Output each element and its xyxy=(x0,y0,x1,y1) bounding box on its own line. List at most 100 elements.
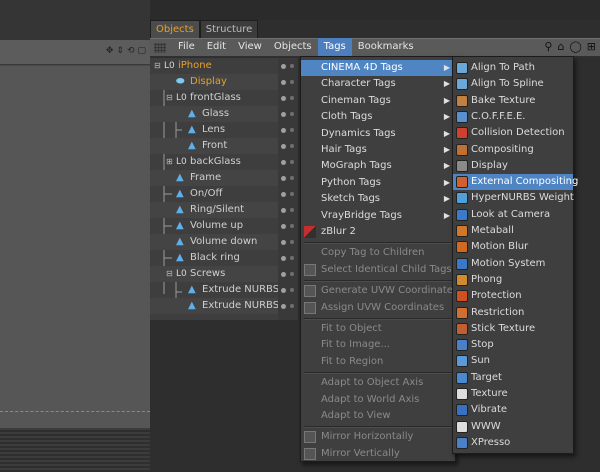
render-visibility-dot[interactable] xyxy=(290,112,294,116)
tree-row-backglass[interactable]: ⊞ L0 backGlass xyxy=(150,154,278,170)
menu-item-copy-tag-to-children[interactable]: Copy Tag to Children xyxy=(301,245,455,261)
menu-item-adapt-to-world-axis[interactable]: Adapt to World Axis xyxy=(301,392,455,408)
menu-item-sketch-tags[interactable]: Sketch Tags ▶ xyxy=(301,191,455,207)
render-visibility-dot[interactable] xyxy=(290,304,294,308)
menu-objects[interactable]: Objects xyxy=(268,38,318,57)
editor-visibility-dot[interactable] xyxy=(281,288,286,293)
menu-item-align-to-path[interactable]: Align To Path xyxy=(453,60,573,76)
menu-tags[interactable]: Tags xyxy=(317,38,352,57)
tree-row-screws[interactable]: ⊟ L0 Screws xyxy=(150,266,278,282)
move-view-icon[interactable]: ✥ xyxy=(106,46,114,56)
editor-visibility-dot[interactable] xyxy=(281,240,286,245)
menu-item-hypernurbs-weight[interactable]: HyperNURBS Weight xyxy=(453,190,574,206)
menu-item-cinema-4d-tags[interactable]: CINEMA 4D Tags ▶ xyxy=(301,60,455,76)
menu-item-collision-detection[interactable]: Collision Detection xyxy=(453,125,573,141)
render-visibility-dot[interactable] xyxy=(290,288,294,292)
menu-item-adapt-to-object-axis[interactable]: Adapt to Object Axis xyxy=(301,375,455,391)
collapse-icon[interactable]: ⊟ xyxy=(166,266,173,282)
grid-icon[interactable]: ⊞ xyxy=(587,40,596,53)
collapse-icon[interactable]: ⊟ xyxy=(166,90,173,106)
tree-row-glass[interactable]: ▲ Glass xyxy=(150,106,278,122)
tab-structure[interactable]: Structure xyxy=(199,20,259,38)
editor-visibility-dot[interactable] xyxy=(281,64,286,69)
menu-item-zblur-2[interactable]: zBlur 2 xyxy=(301,224,455,240)
menu-item-compositing[interactable]: Compositing xyxy=(453,142,573,158)
render-visibility-dot[interactable] xyxy=(290,208,294,212)
render-visibility-dot[interactable] xyxy=(290,272,294,276)
render-visibility-dot[interactable] xyxy=(290,176,294,180)
menu-item-external-compositing[interactable]: External Compositing xyxy=(453,174,578,191)
menu-item-phong[interactable]: Phong xyxy=(453,272,573,288)
visibility-column[interactable] xyxy=(278,58,298,320)
editor-visibility-dot[interactable] xyxy=(281,224,286,229)
editor-visibility-dot[interactable] xyxy=(281,208,286,213)
rotate-view-icon[interactable]: ⟲ xyxy=(127,46,135,56)
dolly-view-icon[interactable]: ⇕ xyxy=(116,46,124,56)
menu-item-metaball[interactable]: Metaball xyxy=(453,223,573,239)
menu-item-character-tags[interactable]: Character Tags ▶ xyxy=(301,76,455,92)
menu-item-fit-to-region[interactable]: Fit to Region xyxy=(301,354,455,370)
menu-item-mirror-horizontally[interactable]: Mirror Horizontally xyxy=(301,429,455,445)
tree-row-on-off[interactable]: ▲ On/Off xyxy=(150,186,278,202)
editor-visibility-dot[interactable] xyxy=(281,160,286,165)
editor-visibility-dot[interactable] xyxy=(281,272,286,277)
render-visibility-dot[interactable] xyxy=(290,80,294,84)
menu-view[interactable]: View xyxy=(232,38,268,57)
menu-item-bake-texture[interactable]: Bake Texture xyxy=(453,93,573,109)
editor-visibility-dot[interactable] xyxy=(281,112,286,117)
render-visibility-dot[interactable] xyxy=(290,192,294,196)
tree-row-frame[interactable]: ▲ Frame xyxy=(150,170,278,186)
tree-row-front[interactable]: ▲ Front xyxy=(150,138,278,154)
menu-item-align-to-spline[interactable]: Align To Spline xyxy=(453,76,573,92)
menu-item-stop[interactable]: Stop xyxy=(453,337,573,353)
menu-item-c-o-f-f-e-e[interactable]: C.O.F.F.E.E. xyxy=(453,109,573,125)
eye-icon[interactable]: ◯ xyxy=(569,40,581,53)
tree-row-extrude-nurbs-1[interactable]: ▲ Extrude NURBS.1 xyxy=(150,282,289,298)
panel-grip-icon[interactable] xyxy=(154,42,166,53)
menu-item-restriction[interactable]: Restriction xyxy=(453,305,573,321)
render-visibility-dot[interactable] xyxy=(290,224,294,228)
object-tree[interactable]: ⊟ L0 iPhone ⬬ Display ⊟ L0 frontGlass ▲ Glass ▲ Len… xyxy=(150,58,289,320)
editor-visibility-dot[interactable] xyxy=(281,192,286,197)
tree-row-black-ring[interactable]: ▲ Black ring xyxy=(150,250,278,266)
render-visibility-dot[interactable] xyxy=(290,160,294,164)
editor-visibility-dot[interactable] xyxy=(281,96,286,101)
tree-row-lens[interactable]: ▲ Lens xyxy=(150,122,278,138)
menu-item-look-at-camera[interactable]: Look at Camera xyxy=(453,207,573,223)
tree-row-ring-silent[interactable]: ▲ Ring/Silent xyxy=(150,202,278,218)
editor-visibility-dot[interactable] xyxy=(281,176,286,181)
menu-item-mirror-vertically[interactable]: Mirror Vertically xyxy=(301,446,455,462)
viewport[interactable]: ✥ ⇕ ⟲ ▢ xyxy=(0,0,150,472)
menu-item-adapt-to-view[interactable]: Adapt to View xyxy=(301,408,455,424)
editor-visibility-dot[interactable] xyxy=(281,304,286,309)
menu-item-vraybridge-tags[interactable]: VrayBridge Tags ▶ xyxy=(301,208,455,224)
menu-item-target[interactable]: Target xyxy=(453,370,573,386)
render-visibility-dot[interactable] xyxy=(290,64,294,68)
tab-objects[interactable]: Objects xyxy=(150,20,200,38)
render-visibility-dot[interactable] xyxy=(290,144,294,148)
menu-item-motion-blur[interactable]: Motion Blur xyxy=(453,239,573,255)
tree-row-display[interactable]: ⬬ Display xyxy=(150,74,278,90)
menu-item-stick-texture[interactable]: Stick Texture xyxy=(453,321,573,337)
menu-file[interactable]: File xyxy=(172,38,201,57)
menu-item-mograph-tags[interactable]: MoGraph Tags ▶ xyxy=(301,158,455,174)
collapse-icon[interactable]: ⊟ xyxy=(154,58,161,74)
maximize-view-icon[interactable]: ▢ xyxy=(137,46,146,56)
menu-item-generate-uvw-coordinates[interactable]: Generate UVW Coordinates xyxy=(301,283,458,299)
menu-edit[interactable]: Edit xyxy=(201,38,232,57)
tree-row-iphone[interactable]: ⊟ L0 iPhone xyxy=(150,58,278,74)
menu-item-dynamics-tags[interactable]: Dynamics Tags ▶ xyxy=(301,126,455,142)
tree-row-extrude-nurbs-3[interactable]: ▲ Extrude NURBS.3 xyxy=(150,298,289,314)
menu-item-assign-uvw-coordinates[interactable]: Assign UVW Coordinates xyxy=(301,300,455,316)
menu-item-python-tags[interactable]: Python Tags ▶ xyxy=(301,175,455,191)
menu-item-cloth-tags[interactable]: Cloth Tags ▶ xyxy=(301,109,455,125)
menu-item-cineman-tags[interactable]: Cineman Tags ▶ xyxy=(301,93,455,109)
render-visibility-dot[interactable] xyxy=(290,96,294,100)
menu-item-xpresso[interactable]: XPresso xyxy=(453,435,573,451)
menu-item-display[interactable]: Display xyxy=(453,158,573,174)
menu-item-sun[interactable]: Sun xyxy=(453,353,573,369)
menu-item-texture[interactable]: Texture xyxy=(453,386,573,402)
menu-item-www[interactable]: WWW xyxy=(453,419,573,435)
editor-visibility-dot[interactable] xyxy=(281,80,286,85)
menu-item-motion-system[interactable]: Motion System xyxy=(453,256,573,272)
